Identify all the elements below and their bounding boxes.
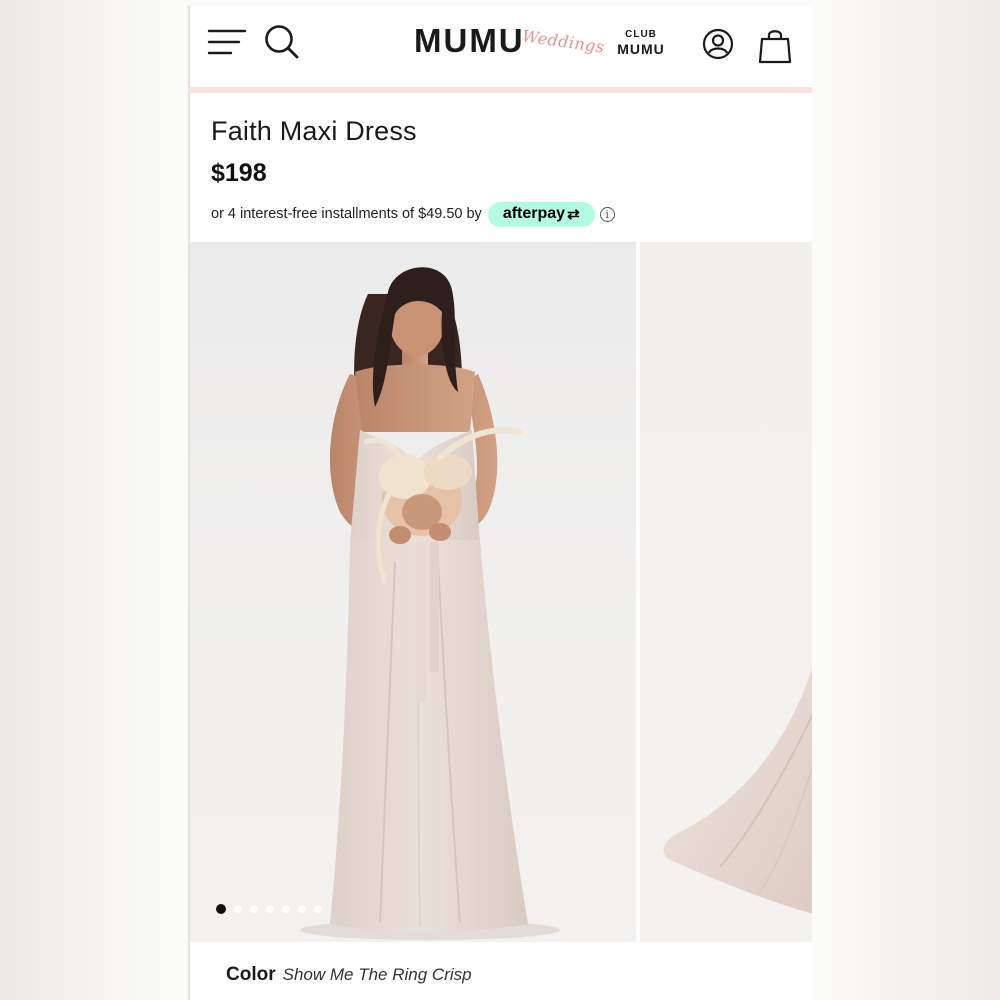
product-title: Faith Maxi Dress bbox=[211, 116, 417, 146]
model-in-dress-image bbox=[300, 267, 560, 940]
product-image-next[interactable] bbox=[640, 242, 812, 942]
afterpay-installments: or 4 interest-free installments of $49.5… bbox=[211, 201, 615, 227]
account-icon[interactable] bbox=[702, 28, 734, 60]
logo-wordmark: MUMU bbox=[414, 22, 525, 59]
logo-script: Weddings bbox=[521, 26, 606, 57]
afterpay-label: afterpay bbox=[502, 205, 566, 222]
club-label-top: CLUB bbox=[625, 29, 657, 40]
product-image-main[interactable] bbox=[190, 242, 636, 942]
product-price: $198 bbox=[211, 159, 267, 187]
gallery-dot[interactable] bbox=[298, 905, 306, 913]
site-logo[interactable]: MUMU Weddings bbox=[414, 16, 606, 72]
hamburger-menu-icon[interactable] bbox=[207, 28, 247, 58]
color-value: Show Me The Ring Crisp bbox=[282, 965, 472, 984]
gallery-dot[interactable] bbox=[314, 905, 322, 913]
color-label: Color bbox=[226, 964, 276, 985]
shopping-bag-icon[interactable] bbox=[758, 26, 792, 64]
club-label-bottom: MUMU bbox=[617, 41, 665, 57]
phone-screen: MUMU Weddings CLUB MUMU Faith Maxi Dress… bbox=[188, 6, 812, 1000]
club-mumu-link[interactable]: CLUB MUMU bbox=[614, 29, 668, 57]
afterpay-badge[interactable]: afterpay ⇄ bbox=[487, 201, 595, 227]
flowing-dress-image bbox=[663, 668, 812, 914]
gallery-dot[interactable] bbox=[282, 905, 290, 913]
site-header: MUMU Weddings CLUB MUMU bbox=[190, 6, 812, 87]
gallery-dot[interactable] bbox=[266, 905, 274, 913]
info-icon[interactable]: i bbox=[599, 206, 615, 222]
search-icon[interactable] bbox=[264, 24, 300, 60]
afterpay-arrows-icon: ⇄ bbox=[567, 206, 580, 223]
header-accent-band bbox=[190, 87, 812, 93]
product-image-gallery[interactable] bbox=[190, 242, 812, 942]
gallery-dot[interactable] bbox=[216, 904, 226, 914]
installments-text: or 4 interest-free installments of $49.5… bbox=[211, 206, 482, 222]
gallery-pagination[interactable] bbox=[216, 904, 322, 914]
gallery-dot[interactable] bbox=[234, 905, 242, 913]
gallery-dot[interactable] bbox=[250, 905, 258, 913]
color-selector: Color Show Me The Ring Crisp bbox=[226, 964, 472, 986]
